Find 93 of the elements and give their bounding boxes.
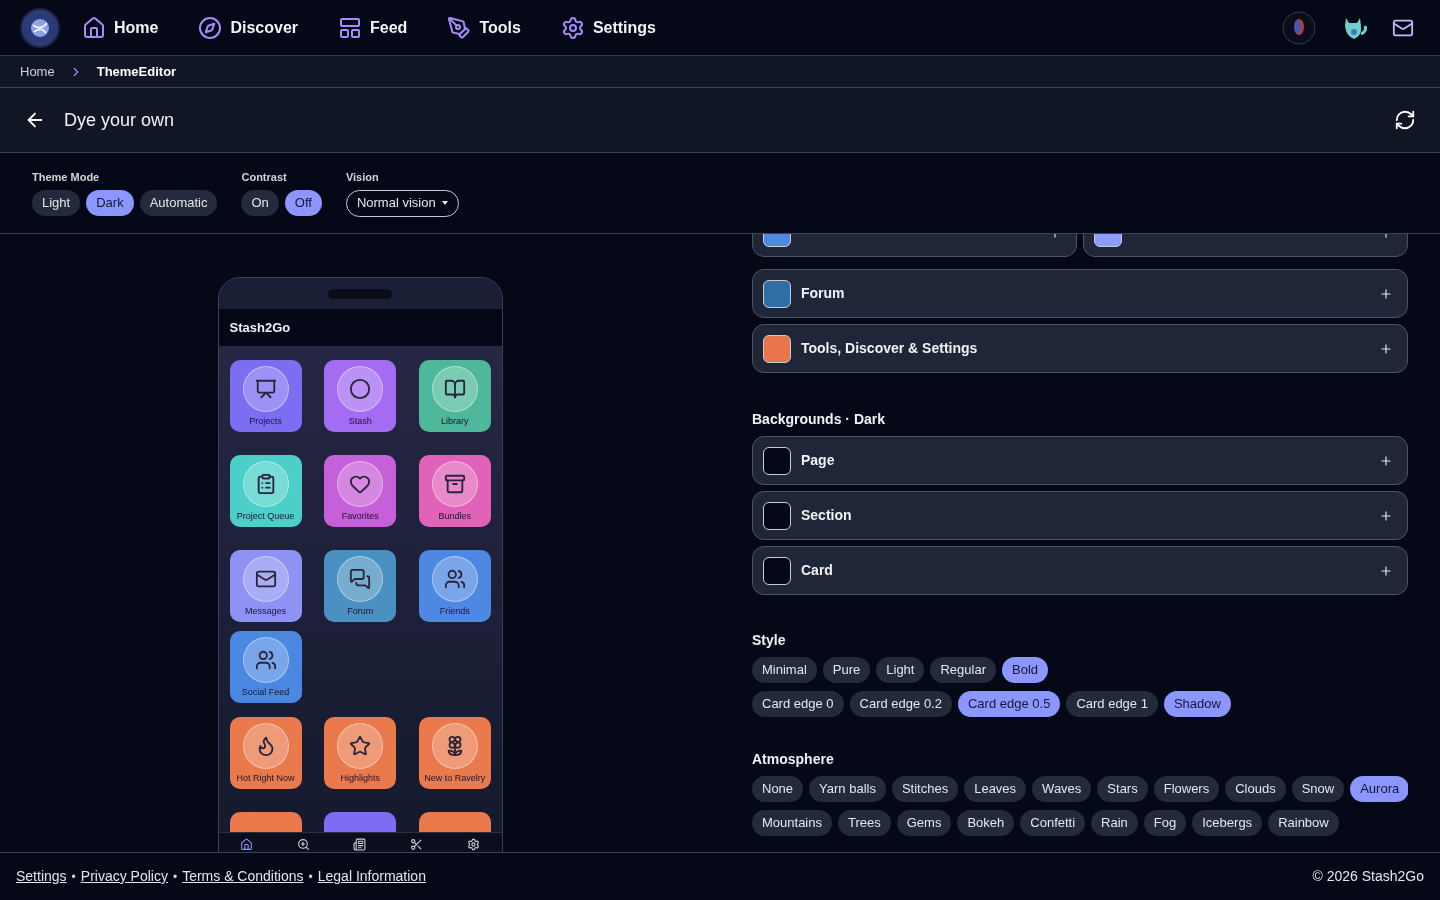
tile-label: Messages <box>245 604 286 618</box>
color-row[interactable]: Section <box>752 491 1408 540</box>
nav-link[interactable]: Settings <box>560 15 656 40</box>
footer-link[interactable]: Settings <box>16 866 67 887</box>
option-chip[interactable]: Gems <box>896 810 952 836</box>
app-tile[interactable]: Project Queue <box>229 455 302 527</box>
separator-dot: • <box>172 868 178 886</box>
app-tile[interactable]: Friends <box>418 550 491 622</box>
tile-label: Favorites <box>341 509 379 523</box>
row-label: Forum <box>801 284 845 303</box>
app-tile[interactable]: Favorites <box>324 455 397 527</box>
color-row[interactable]: Card <box>752 546 1408 595</box>
option-chip[interactable]: Light <box>876 657 925 683</box>
row-label: Card <box>801 561 833 580</box>
option-chip[interactable]: Automatic <box>139 189 218 216</box>
option-chip[interactable]: Minimal <box>752 657 817 683</box>
group-label: Vision <box>345 170 380 185</box>
tile-label: Library <box>441 414 469 428</box>
option-chip[interactable]: Clouds <box>1225 776 1286 802</box>
option-chip[interactable]: Card edge 0 <box>752 691 844 717</box>
tile-label: Hot Right Now <box>236 771 295 785</box>
app-tile[interactable]: Forum <box>324 550 397 622</box>
app-tile[interactable]: Highlights <box>324 717 397 789</box>
tile-label: Forum <box>347 604 374 618</box>
tile-label: Projects <box>249 414 282 428</box>
section-heading: Atmosphere <box>752 750 835 769</box>
tile-label: Project Queue <box>236 509 295 523</box>
option-chip[interactable]: On <box>241 189 279 216</box>
option-chip[interactable]: Waves <box>1032 776 1092 802</box>
option-chip[interactable]: Confetti <box>1020 810 1086 836</box>
copyright: © 2026 Stash2Go <box>1312 867 1424 886</box>
option-chip[interactable]: Rainbow <box>1268 810 1339 836</box>
group-label: Theme Mode <box>32 170 101 185</box>
option-chip[interactable]: Leaves <box>964 776 1027 802</box>
option-chip[interactable]: None <box>752 776 804 802</box>
app-tile[interactable]: Projects <box>229 360 302 432</box>
option-chip[interactable]: Pure <box>822 657 871 683</box>
color-row[interactable]: Page <box>752 436 1408 485</box>
option-chip[interactable]: Shadow <box>1163 691 1231 717</box>
option-chip[interactable]: Regular <box>930 657 996 683</box>
tile-label: Social Feed <box>241 685 290 699</box>
option-chip[interactable]: Card edge 0.5 <box>957 691 1061 717</box>
app-tile[interactable]: New to Ravelry <box>418 717 491 789</box>
tile-label: Highlights <box>340 771 380 785</box>
separator-dot: • <box>308 868 313 886</box>
tile-label: Friends <box>439 604 470 618</box>
app-title: Stash2Go <box>229 318 291 337</box>
nav-link[interactable]: Feed <box>338 15 408 40</box>
option-chip[interactable]: Aurora <box>1350 776 1408 802</box>
option-chip[interactable]: Mountains <box>752 810 832 836</box>
group-label: Contrast <box>241 170 288 185</box>
app-tile[interactable]: Hot Right Now <box>229 717 302 789</box>
color-row[interactable]: Tools, Discover & Settings <box>752 324 1408 373</box>
tile-label: Bundles <box>438 509 472 523</box>
option-chip[interactable]: Card edge 0.2 <box>849 691 952 717</box>
nav-link[interactable]: Home <box>82 15 159 40</box>
option-chip[interactable]: Card edge 1 <box>1066 691 1158 717</box>
option-chip[interactable]: Dark <box>86 189 134 216</box>
option-chip[interactable]: Bokeh <box>957 810 1015 836</box>
nav-link[interactable]: Tools <box>447 15 521 40</box>
separator-dot: • <box>71 868 76 886</box>
app-tile[interactable]: Messages <box>229 550 302 622</box>
app-tile[interactable]: Bundles <box>418 455 491 527</box>
option-chip[interactable]: Stitches <box>891 776 959 802</box>
option-chip[interactable]: Flowers <box>1153 776 1220 802</box>
option-chip[interactable]: Icebergs <box>1192 810 1263 836</box>
section-heading: Backgrounds · Dark <box>752 410 887 429</box>
color-row[interactable]: Forum <box>752 269 1408 318</box>
breadcrumb-link[interactable]: ThemeEditor <box>96 61 177 82</box>
footer-link[interactable]: Legal Information <box>317 866 426 887</box>
option-chip[interactable]: Light <box>32 189 81 216</box>
tile-label: New to Ravelry <box>424 771 486 785</box>
app-tile[interactable]: Library <box>418 360 491 432</box>
option-chip[interactable]: Trees <box>838 810 891 836</box>
row-label: Page <box>801 451 835 470</box>
breadcrumb-link[interactable]: Home <box>20 61 55 82</box>
app-tile[interactable]: Social Feed <box>229 631 302 703</box>
option-chip[interactable]: Rain <box>1091 810 1138 836</box>
option-chip[interactable]: Fog <box>1143 810 1187 836</box>
app-tile[interactable]: Stash <box>324 360 397 432</box>
tile-label: Stash <box>348 414 372 428</box>
page-title: Dye your own <box>64 108 175 132</box>
option-chip[interactable]: Yarn balls <box>809 776 886 802</box>
footer-link[interactable]: Terms & Conditions <box>182 866 304 887</box>
footer-link[interactable]: Privacy Policy <box>80 866 168 887</box>
option-chip[interactable]: Snow <box>1291 776 1345 802</box>
option-chip[interactable]: Off <box>284 189 322 216</box>
nav-link[interactable]: Discover <box>198 15 299 40</box>
option-chip[interactable]: Bold <box>1002 657 1049 683</box>
row-label: Tools, Discover & Settings <box>801 339 978 358</box>
row-label: Section <box>801 506 852 525</box>
option-chip[interactable]: Stars <box>1097 776 1148 802</box>
section-heading: Style <box>752 631 787 650</box>
